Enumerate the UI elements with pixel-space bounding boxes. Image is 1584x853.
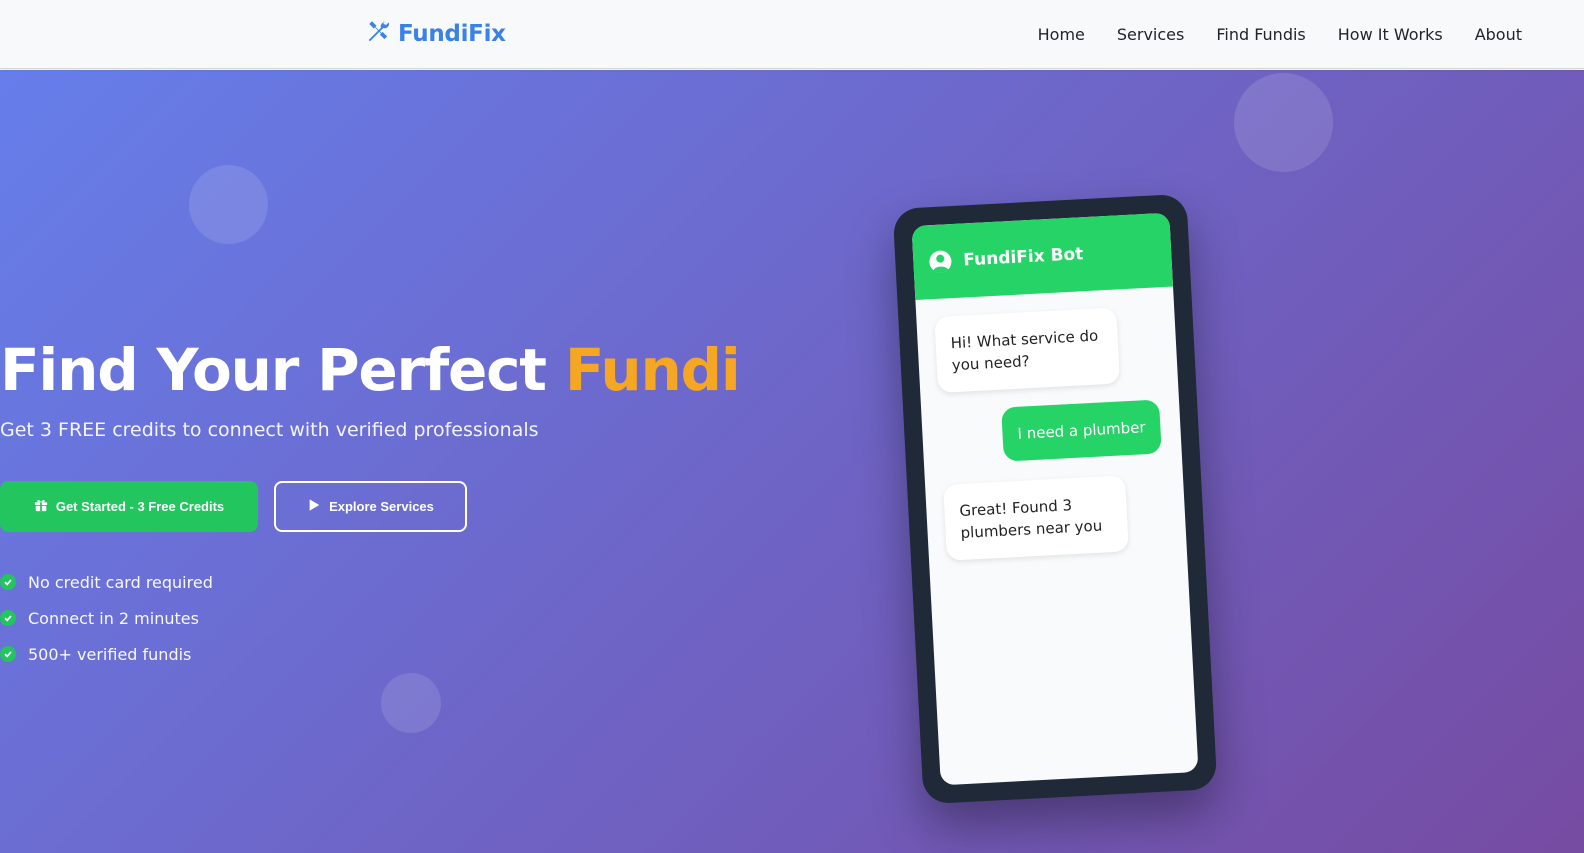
chat-message-bot: Hi! What service do you need? (934, 307, 1121, 393)
hero-title-accent: Fundi (564, 336, 741, 404)
brand-name: FundiFix (398, 21, 506, 47)
nav-link-home[interactable]: Home (1038, 25, 1085, 44)
nav-link-find-fundis[interactable]: Find Fundis (1216, 25, 1305, 44)
brand-logo[interactable]: FundiFix (366, 19, 506, 49)
feature-text: No credit card required (28, 572, 213, 592)
user-circle-icon (928, 250, 952, 274)
feature-item: 500+ verified fundis (0, 636, 213, 672)
check-circle-icon (0, 610, 16, 626)
feature-item: Connect in 2 minutes (0, 600, 213, 636)
decorative-circle (1234, 73, 1333, 172)
nav-link-how-it-works[interactable]: How It Works (1338, 25, 1443, 44)
phone-mockup: FundiFix Bot Hi! What service do you nee… (892, 193, 1218, 805)
chat-header: FundiFix Bot (911, 212, 1174, 301)
nav-link-about[interactable]: About (1475, 25, 1522, 44)
hero-title-main: Find Your Perfect (0, 336, 565, 404)
chat-message-user: I need a plumber (1001, 399, 1162, 462)
gift-icon (34, 498, 48, 515)
get-started-label: Get Started - 3 Free Credits (55, 499, 225, 514)
tools-icon (366, 18, 392, 50)
feature-text: Connect in 2 minutes (28, 608, 199, 628)
check-circle-icon (0, 646, 16, 662)
chat-message-bot: Great! Found 3 plumbers near you (943, 475, 1129, 561)
bot-name: FundiFix Bot (962, 244, 1084, 271)
hero-section: Find Your Perfect Fundi Get 3 FREE credi… (0, 70, 1584, 853)
nav-links: Home Services Find Fundis How It Works A… (1038, 0, 1522, 69)
explore-services-label: Explore Services (329, 499, 434, 514)
nav-link-services[interactable]: Services (1117, 25, 1184, 44)
phone-screen: FundiFix Bot Hi! What service do you nee… (911, 212, 1199, 786)
get-started-button[interactable]: Get Started - 3 Free Credits (0, 481, 258, 532)
feature-list: No credit card required Connect in 2 min… (0, 564, 213, 672)
hero-subtitle: Get 3 FREE credits to connect with verif… (0, 419, 539, 441)
decorative-circle (381, 673, 441, 733)
play-icon (307, 498, 321, 515)
feature-text: 500+ verified fundis (28, 644, 192, 664)
decorative-circle (189, 165, 268, 244)
check-circle-icon (0, 574, 16, 590)
feature-item: No credit card required (0, 564, 213, 600)
hero-title: Find Your Perfect Fundi (0, 332, 741, 408)
explore-services-button[interactable]: Explore Services (274, 481, 467, 532)
navbar: FundiFix Home Services Find Fundis How I… (0, 0, 1584, 69)
